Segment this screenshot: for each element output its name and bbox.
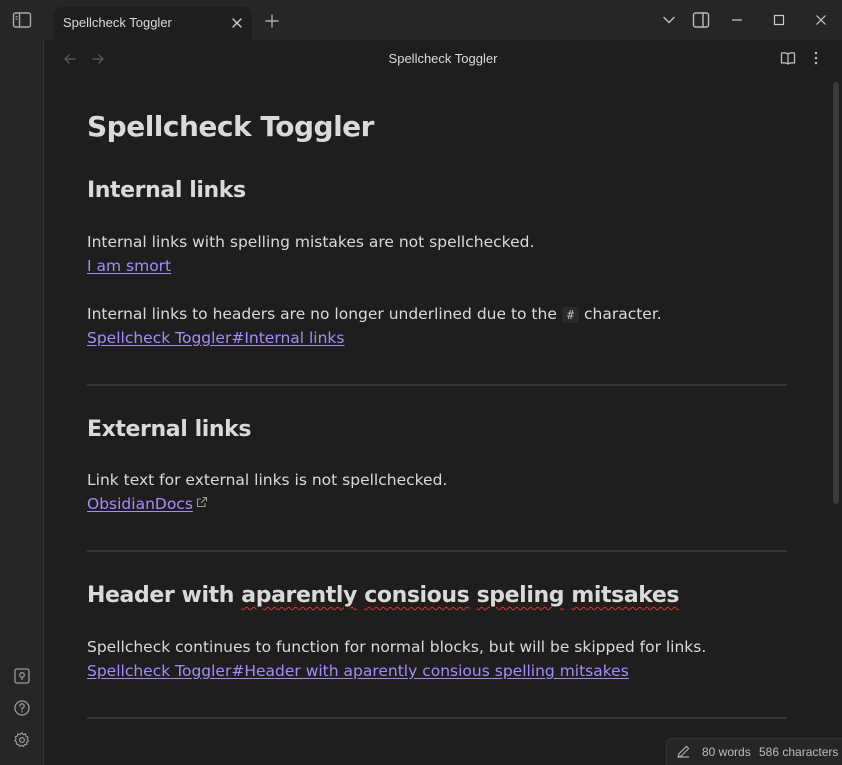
paragraph: Spellcheck continues to function for nor…	[87, 638, 707, 656]
minimize-icon[interactable]	[729, 12, 745, 28]
plus-icon[interactable]	[264, 13, 280, 29]
right-sidebar-icon[interactable]	[692, 11, 710, 29]
view-header: Spellcheck Toggler	[44, 40, 842, 76]
external-link-icon	[196, 496, 207, 508]
inline-code: #	[561, 307, 580, 323]
maximize-icon[interactable]	[771, 12, 787, 28]
external-link-text: ObsidianDocs	[87, 495, 193, 513]
chevron-down-icon[interactable]	[661, 12, 677, 28]
vault-icon[interactable]	[13, 667, 31, 685]
misspelled-word[interactable]: aparently	[241, 583, 357, 608]
left-ribbon	[0, 40, 44, 765]
help-icon[interactable]	[13, 699, 31, 717]
heading-external-links: External links	[87, 417, 252, 442]
divider	[87, 384, 787, 386]
title-bar: Spellcheck Toggler	[0, 0, 842, 40]
paragraph: Internal links to headers are no longer …	[87, 305, 662, 323]
close-icon[interactable]	[230, 16, 244, 30]
more-vertical-icon[interactable]	[808, 50, 824, 66]
divider	[87, 550, 787, 552]
scrollbar[interactable]	[833, 82, 839, 504]
close-window-icon[interactable]	[813, 12, 829, 28]
tab-spellcheck-toggler[interactable]: Spellcheck Toggler	[54, 7, 252, 40]
text: Internal links to headers are no longer …	[87, 305, 557, 323]
divider	[87, 717, 787, 719]
sidebar-toggle-icon[interactable]	[12, 11, 32, 29]
heading-internal-links: Internal links	[87, 178, 246, 203]
external-link[interactable]: ObsidianDocs	[87, 495, 208, 513]
view-title[interactable]: Spellcheck Toggler	[44, 51, 842, 66]
character-count: 586 characters	[759, 745, 839, 759]
gear-icon[interactable]	[13, 731, 31, 749]
tab-title: Spellcheck Toggler	[63, 15, 172, 30]
paragraph: Internal links with spelling mistakes ar…	[87, 233, 535, 251]
note-title: Spellcheck Toggler	[87, 110, 374, 143]
internal-header-link[interactable]: Spellcheck Toggler#Internal links	[87, 329, 344, 347]
book-open-icon[interactable]	[780, 50, 796, 66]
pencil-icon[interactable]	[676, 744, 691, 759]
heading-text: Header with	[87, 583, 235, 608]
misspelled-word[interactable]: mitsakes	[571, 583, 679, 608]
word-count: 80 words	[702, 745, 751, 759]
internal-link[interactable]: I am smort	[87, 257, 171, 275]
misspelled-word[interactable]: speling	[477, 583, 565, 608]
text: character.	[583, 305, 662, 323]
internal-header-link[interactable]: Spellcheck Toggler#Header with aparently…	[87, 662, 629, 680]
paragraph: Link text for external links is not spel…	[87, 471, 448, 489]
heading-misspelled: Header with aparently consious speling m…	[87, 583, 680, 608]
status-bar: 80 words 586 characters	[666, 738, 842, 765]
misspelled-word[interactable]: consious	[364, 583, 470, 608]
